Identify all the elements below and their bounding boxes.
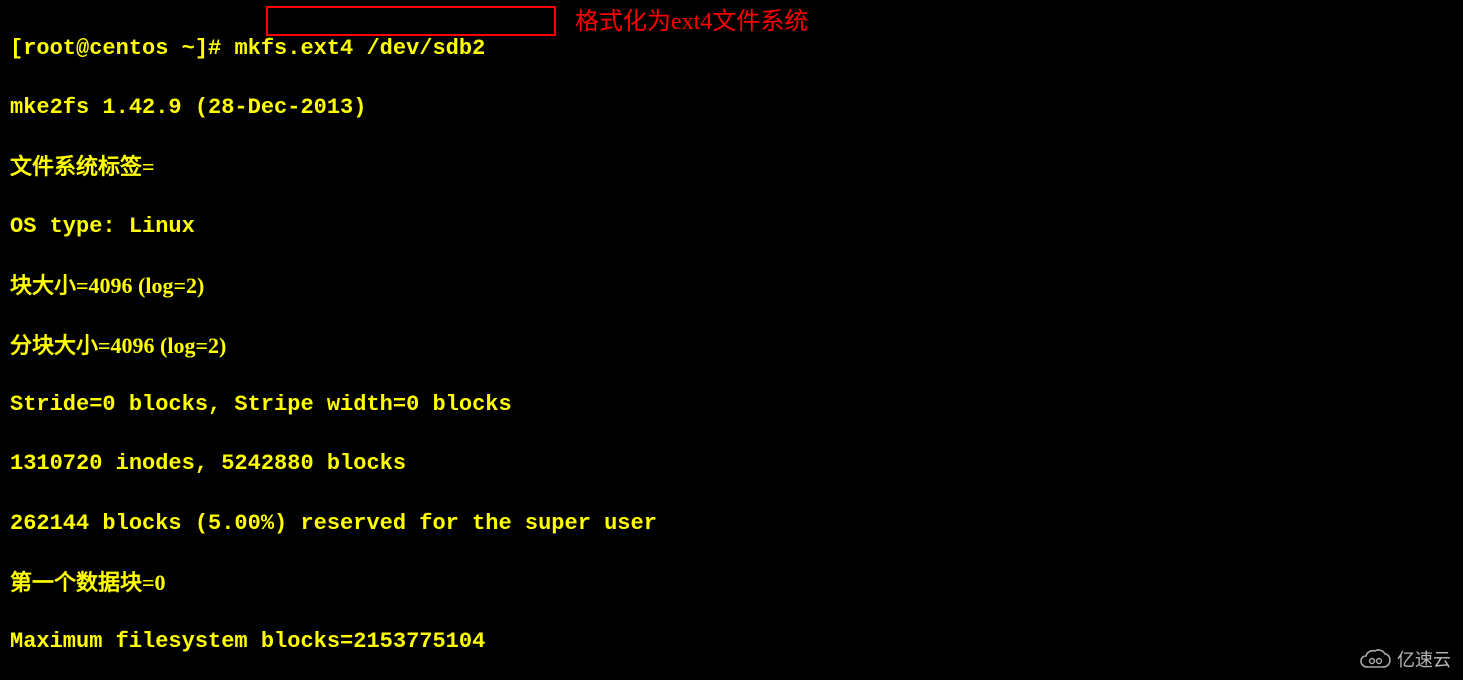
terminal-output: [root@centos ~]# mkfs.ext4 /dev/sdb2 mke… xyxy=(0,0,1463,680)
output-line: OS type: Linux xyxy=(10,212,1453,242)
output-line: 分块大小=4096 (log=2) xyxy=(10,331,1453,361)
annotation-label: 格式化为ext4文件系统 xyxy=(575,6,808,38)
output-line: 文件系统标签= xyxy=(10,152,1453,182)
shell-prompt: [root@centos ~]# xyxy=(10,36,221,61)
output-line: 1310720 inodes, 5242880 blocks xyxy=(10,449,1453,479)
output-line: 块大小=4096 (log=2) xyxy=(10,271,1453,301)
cloud-icon xyxy=(1359,649,1391,671)
output-line: 262144 blocks (5.00%) reserved for the s… xyxy=(10,509,1453,539)
output-line: mke2fs 1.42.9 (28-Dec-2013) xyxy=(10,93,1453,123)
command-text: mkfs.ext4 /dev/sdb2 xyxy=(234,36,485,61)
watermark: 亿速云 xyxy=(1359,648,1451,672)
output-line: 第一个数据块=0 xyxy=(10,568,1453,598)
output-line: Stride=0 blocks, Stripe width=0 blocks xyxy=(10,390,1453,420)
output-line: Maximum filesystem blocks=2153775104 xyxy=(10,627,1453,657)
watermark-text: 亿速云 xyxy=(1397,648,1451,672)
